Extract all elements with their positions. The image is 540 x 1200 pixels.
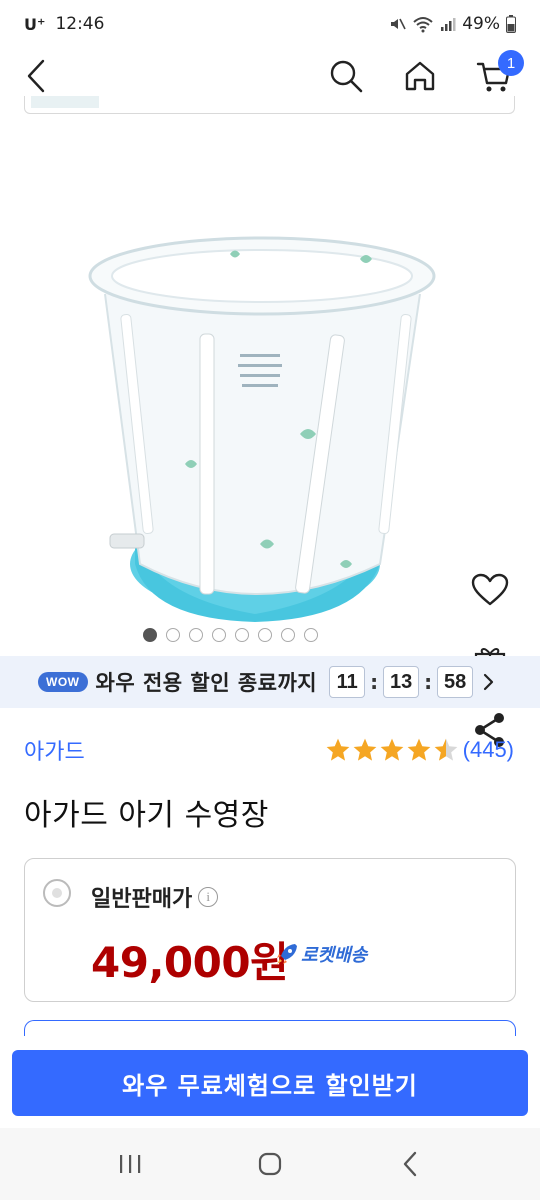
rocket-icon [277, 944, 297, 964]
review-count[interactable]: (445) [463, 737, 514, 763]
pagination-dot[interactable] [234, 628, 249, 642]
chevron-left-icon [27, 59, 45, 93]
wow-banner-text: 와우 전용 할인 종료까지 [95, 671, 318, 695]
status-right: 49% [388, 14, 516, 34]
price-option-card[interactable]: 일반판매가 i 49,000원 로켓배송 [24, 858, 516, 1002]
signal-icon [441, 18, 456, 31]
heart-icon [471, 573, 509, 606]
circle-home-icon [258, 1152, 282, 1176]
timer-separator: : [424, 670, 433, 694]
info-icon[interactable]: i [198, 887, 219, 907]
wishlist-button[interactable] [468, 570, 512, 610]
sale-price: 49,000원 [91, 938, 289, 987]
rocket-delivery-badge: 로켓배송 [275, 941, 367, 967]
star-icon [326, 738, 350, 761]
recent-apps-button[interactable] [100, 1139, 160, 1189]
price-type-label: 일반판매가 [91, 887, 193, 912]
countdown-timer: 11 : 13 : 58 [329, 666, 474, 698]
cta-container: 와우 무료체험으로 할인받기 [0, 1036, 540, 1128]
option-thumbnail [31, 96, 99, 108]
cart-count-badge: 1 [498, 50, 524, 76]
status-bar: U⁺ 12:46 49% [0, 0, 540, 48]
chevron-right-icon [484, 673, 494, 691]
pagination-dot[interactable] [188, 628, 203, 642]
wow-trial-button[interactable]: 와우 무료체험으로 할인받기 [12, 1050, 528, 1116]
star-icon [434, 738, 458, 761]
wifi-icon [413, 17, 433, 33]
system-home-button[interactable] [240, 1139, 300, 1189]
pagination-dot[interactable] [211, 628, 226, 642]
search-button[interactable] [326, 54, 366, 98]
wow-discount-banner[interactable]: WOW 와우 전용 할인 종료까지 11 : 13 : 58 [0, 656, 540, 708]
radio-dot [52, 888, 62, 898]
mute-icon [391, 18, 406, 30]
cart-button[interactable]: 1 [474, 50, 524, 98]
battery-icon [506, 15, 516, 33]
carrier-label: U⁺ [24, 14, 46, 34]
rating-summary[interactable]: (445) [325, 737, 514, 763]
pagination-dot[interactable] [257, 628, 272, 642]
clock: 12:46 [55, 14, 105, 34]
back-button[interactable] [18, 54, 54, 98]
battery-percent: 49% [462, 14, 500, 34]
header-actions: 1 [326, 50, 524, 98]
star-rating [325, 737, 459, 763]
pagination-dot[interactable] [165, 628, 180, 642]
timer-seconds: 58 [437, 666, 474, 698]
product-image-gallery[interactable] [0, 114, 540, 747]
recent-apps-icon [120, 1155, 141, 1173]
star-icon [380, 738, 404, 761]
rocket-delivery-label: 로켓배송 [301, 945, 368, 966]
timer-minutes: 13 [383, 666, 420, 698]
pagination-dot[interactable] [303, 628, 318, 642]
star-icon [353, 738, 377, 761]
system-back-button[interactable] [380, 1139, 440, 1189]
star-icon [407, 738, 431, 761]
home-button[interactable] [400, 54, 440, 98]
wow-badge: WOW [38, 672, 88, 692]
pagination-dot[interactable] [280, 628, 295, 642]
brand-link[interactable]: 아가드 [24, 734, 85, 766]
timer-separator: : [370, 670, 379, 694]
gallery-pagination [0, 628, 540, 642]
timer-hours: 11 [329, 666, 366, 698]
product-image [88, 236, 436, 622]
back-arrow-icon [403, 1151, 417, 1177]
status-left: U⁺ 12:46 [24, 14, 104, 34]
pagination-dot[interactable] [142, 628, 157, 642]
search-icon [330, 60, 363, 93]
price-option-label: 일반판매가 i [91, 881, 219, 913]
home-icon [405, 61, 435, 91]
price-option-radio[interactable] [43, 879, 71, 907]
system-nav-bar [0, 1128, 540, 1200]
product-title: 아가드 아기 수영장 [24, 798, 269, 833]
option-card-partial[interactable] [24, 96, 515, 114]
brand-rating-row: 아가드 (445) [24, 730, 514, 770]
